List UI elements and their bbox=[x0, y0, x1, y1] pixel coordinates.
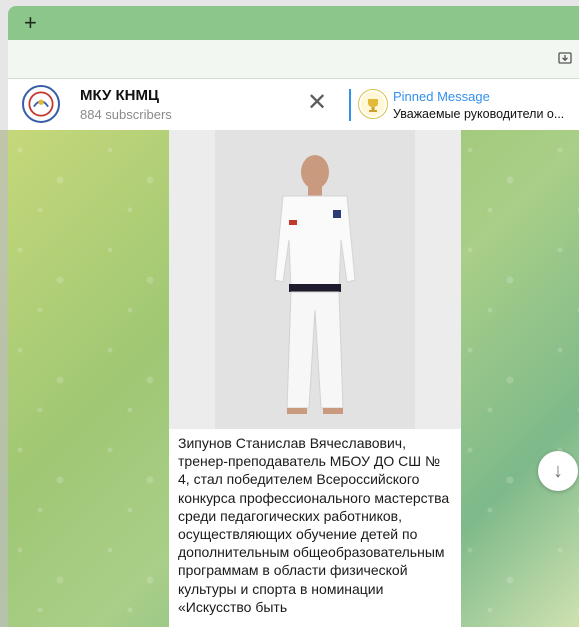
pinned-message-preview[interactable]: Уважаемые руководители о... bbox=[393, 107, 573, 121]
new-tab-button[interactable]: + bbox=[24, 10, 37, 36]
message-photo[interactable] bbox=[169, 130, 461, 429]
chat-header: МКУ КНМЦ 884 subscribers ✕ Pinned Messag… bbox=[8, 79, 579, 131]
toolbar bbox=[8, 40, 579, 79]
pinned-indicator-bar bbox=[349, 89, 351, 121]
tab-bar: + bbox=[8, 6, 579, 40]
window-edge bbox=[0, 130, 8, 627]
channel-name[interactable]: МКУ КНМЦ bbox=[80, 87, 159, 104]
pinned-message-title[interactable]: Pinned Message bbox=[393, 89, 490, 104]
download-icon[interactable] bbox=[557, 50, 573, 66]
chat-area: Зипунов Станислав Вячеславович, тренер-п… bbox=[0, 130, 579, 627]
channel-avatar[interactable] bbox=[22, 85, 60, 123]
pinned-message-icon[interactable] bbox=[358, 89, 388, 119]
message-text: Зипунов Станислав Вячеславович, тренер-п… bbox=[178, 435, 450, 615]
close-icon[interactable]: ✕ bbox=[307, 89, 327, 117]
message-bubble[interactable]: Зипунов Станислав Вячеславович, тренер-п… bbox=[169, 130, 461, 627]
arrow-down-icon[interactable]: ↓ bbox=[538, 451, 578, 491]
app-window: + МКУ КНМЦ 884 subscribers ✕ Pinned Mess… bbox=[0, 0, 579, 627]
subscriber-count: 884 subscribers bbox=[80, 107, 172, 122]
